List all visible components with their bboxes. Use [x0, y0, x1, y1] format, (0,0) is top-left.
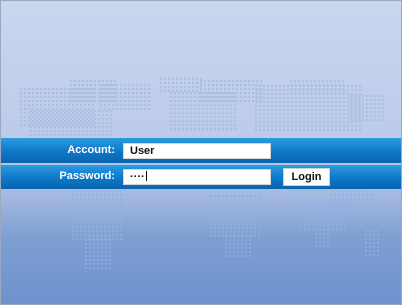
account-row: Account: User [1, 138, 401, 163]
password-mask: ···· [130, 171, 145, 183]
login-screen: Account: User Password: ···· Login [0, 0, 402, 305]
account-input[interactable]: User [123, 143, 271, 159]
account-label: Account: [67, 144, 115, 156]
password-label: Password: [59, 170, 115, 182]
password-input[interactable]: ···· [123, 169, 271, 185]
password-row: Password: ···· Login [1, 165, 401, 189]
text-caret [145, 171, 147, 181]
login-button[interactable]: Login [283, 168, 330, 186]
